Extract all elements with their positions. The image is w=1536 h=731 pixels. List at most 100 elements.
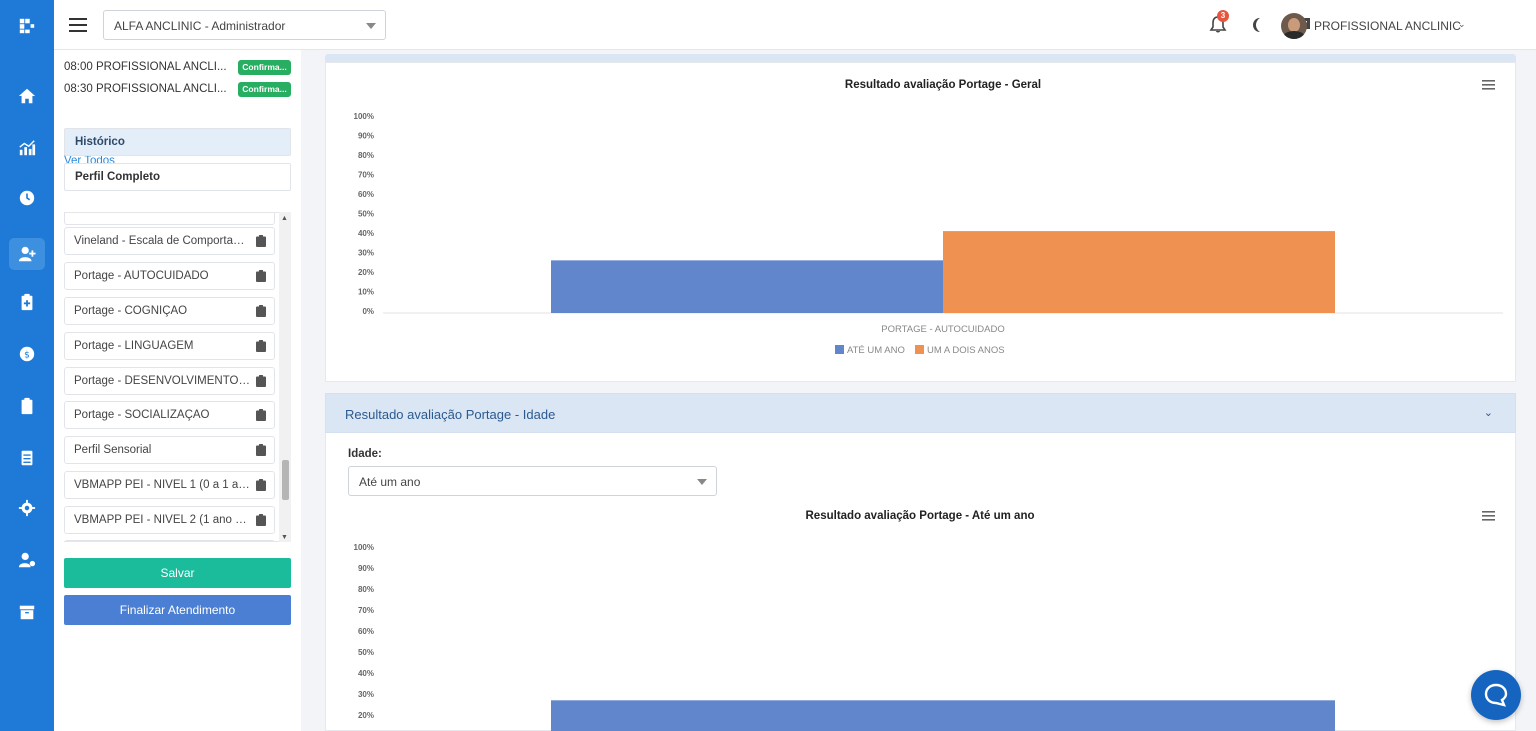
- list-item[interactable]: Perfil Sensorial: [64, 436, 275, 464]
- clipboard-plus-icon[interactable]: [9, 286, 45, 318]
- moon-icon[interactable]: [1248, 15, 1268, 35]
- y-tick-label: 90%: [358, 564, 374, 573]
- chart-ate-um-ano: Resultado avaliação Portage - Até um ano…: [354, 510, 1495, 731]
- list-item[interactable]: [64, 540, 275, 541]
- legend-swatch: [915, 345, 924, 354]
- y-tick-label: 70%: [358, 171, 374, 180]
- age-select-value: Até um ano: [359, 475, 421, 489]
- chat-widget-button[interactable]: [1471, 670, 1521, 720]
- perfil-completo-button[interactable]: Perfil Completo: [64, 163, 291, 191]
- y-tick-label: 20%: [358, 711, 374, 720]
- clinic-select-value: ALFA ANCLINIC - Administrador: [114, 19, 286, 33]
- gear-icon[interactable]: [9, 492, 45, 524]
- add-patient-icon[interactable]: [9, 238, 45, 270]
- save-button[interactable]: Salvar: [64, 558, 291, 588]
- appointment-status-badge: Confirma...: [238, 82, 291, 97]
- clipboard-icon: [256, 409, 266, 421]
- section-title: Resultado avaliação Portage - Idade: [345, 407, 556, 422]
- y-tick-label: 40%: [358, 669, 374, 678]
- list-item[interactable]: Vineland - Escala de Comportamento Adapt…: [64, 227, 275, 255]
- legend-label: UM A DOIS ANOS: [927, 345, 1005, 356]
- appointment-item[interactable]: 08:00 PROFISSIONAL ANCLI...: [64, 61, 227, 73]
- y-tick-label: 20%: [358, 268, 374, 277]
- attendance-panel: 08:00 PROFISSIONAL ANCLI... Confirma... …: [54, 50, 301, 731]
- legend-label: ATÉ UM ANO: [847, 345, 905, 356]
- forms-scrollbar-thumb[interactable]: [282, 460, 289, 500]
- clipboard-icon: [256, 305, 266, 317]
- forms-list: Vineland - Escala de Comportamento Adapt…: [64, 212, 291, 542]
- y-tick-label: 40%: [358, 229, 374, 238]
- money-icon[interactable]: $: [9, 338, 45, 370]
- list-item[interactable]: Portage - AUTOCUIDADO: [64, 262, 275, 290]
- finish-attendance-button[interactable]: Finalizar Atendimento: [64, 595, 291, 625]
- chart-menu-icon: [1482, 84, 1495, 86]
- menu-toggle-icon[interactable]: [69, 15, 87, 33]
- clipboard-icon: [256, 235, 266, 247]
- chart-title: Resultado avaliação Portage - Geral: [845, 79, 1041, 91]
- chevron-down-icon: [697, 479, 707, 485]
- user-settings-icon[interactable]: [9, 544, 45, 576]
- clipboard-icon: [256, 270, 266, 282]
- document-icon[interactable]: [9, 442, 45, 474]
- chart-geral: Resultado avaliação Portage - Geral 100% 9…: [354, 79, 1503, 356]
- y-tick-label: 30%: [358, 690, 374, 699]
- archive-icon[interactable]: [9, 596, 45, 628]
- list-item[interactable]: VBMAPP PEI - NÍVEL 1 (0 a 1 ano e 6 mese…: [64, 471, 275, 499]
- bar: [943, 231, 1335, 313]
- y-tick-label: 90%: [358, 132, 374, 141]
- user-chevron-down-icon[interactable]: ⌄: [1458, 19, 1466, 30]
- chevron-down-icon[interactable]: ⌄: [1484, 406, 1493, 419]
- appointment-item[interactable]: 08:30 PROFISSIONAL ANCLI...: [64, 83, 227, 95]
- y-tick-label: 50%: [358, 648, 374, 657]
- section-header-idade[interactable]: Resultado avaliação Portage - Idade ⌄: [325, 393, 1516, 433]
- y-tick-label: 60%: [358, 190, 374, 199]
- scroll-up-icon[interactable]: ▲: [281, 215, 288, 222]
- list-item[interactable]: VBMAPP PEI - NÍVEL 2 (1 ano e 6 meses a …: [64, 506, 275, 534]
- list-item[interactable]: Portage - LINGUAGEM: [64, 332, 275, 360]
- y-tick-label: 100%: [354, 112, 374, 121]
- clock-icon[interactable]: [9, 182, 45, 214]
- age-select[interactable]: Até um ano: [348, 466, 717, 496]
- list-item[interactable]: Portage - SOCIALIZAÇÃO: [64, 401, 275, 429]
- historico-button[interactable]: Histórico: [64, 128, 291, 156]
- clipboard-icon: [256, 514, 266, 526]
- y-tick-label: 30%: [358, 249, 374, 258]
- y-tick-label: 80%: [358, 151, 374, 160]
- clinic-select[interactable]: ALFA ANCLINIC - Administrador: [103, 10, 386, 40]
- clipboard-icon: [256, 340, 266, 352]
- bar: [551, 700, 1335, 731]
- home-icon[interactable]: [9, 80, 45, 112]
- chart-menu-icon: [1482, 88, 1495, 90]
- chat-bubble-icon: [1484, 683, 1508, 707]
- user-name[interactable]: PROFISSIONAL ANCLINIC: [1314, 19, 1461, 33]
- list-item[interactable]: [64, 213, 275, 225]
- y-tick-label: 0%: [362, 307, 374, 316]
- chart-icon[interactable]: [9, 132, 45, 164]
- appointment-status-badge: Confirma...: [238, 60, 291, 75]
- clipboard-icon: [256, 479, 266, 491]
- scroll-down-icon[interactable]: ▼: [281, 534, 288, 541]
- y-tick-label: 80%: [358, 585, 374, 594]
- legend-swatch: [835, 345, 844, 354]
- clipboard-icon[interactable]: [9, 390, 45, 422]
- y-tick-label: 70%: [358, 606, 374, 615]
- card-header-strip: [325, 54, 1516, 62]
- icon-rail: $: [0, 0, 54, 731]
- y-tick-label: 10%: [358, 288, 374, 297]
- avatar[interactable]: [1281, 13, 1307, 39]
- list-item[interactable]: Portage - DESENVOLVIMENTO MOTOR: [64, 367, 275, 395]
- y-tick-label: 50%: [358, 210, 374, 219]
- bar: [551, 260, 943, 313]
- x-tick-label: PORTAGE - AUTOCUIDADO: [881, 324, 1005, 335]
- y-tick-label: 60%: [358, 627, 374, 636]
- chart-menu-icon: [1482, 515, 1495, 517]
- age-label: Idade:: [348, 448, 382, 460]
- y-tick-label: 100%: [354, 543, 374, 552]
- clipboard-icon: [256, 444, 266, 456]
- svg-text:$: $: [24, 351, 30, 361]
- panel-gutter: [301, 50, 311, 731]
- logo-icon[interactable]: [9, 10, 45, 42]
- chart-menu-icon: [1482, 80, 1495, 82]
- chevron-down-icon: [366, 23, 376, 29]
- list-item[interactable]: Portage - COGNIÇÃO: [64, 297, 275, 325]
